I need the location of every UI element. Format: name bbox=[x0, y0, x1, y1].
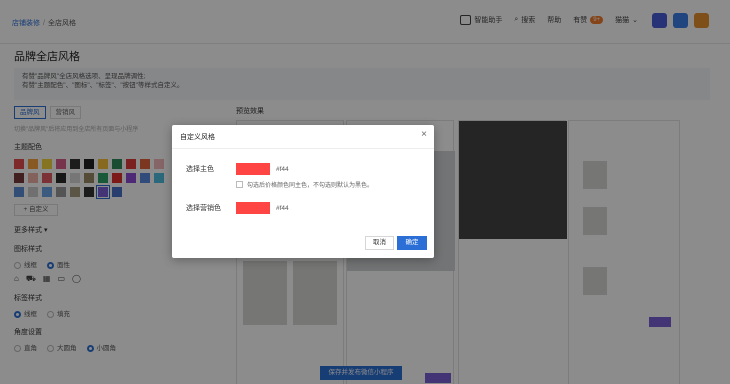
dialog-title: 自定义风格 bbox=[172, 125, 434, 149]
close-icon[interactable]: × bbox=[421, 130, 427, 140]
main-color-row: 选择主色 #f44 bbox=[186, 163, 289, 175]
sales-color-label: 选择营销色 bbox=[186, 205, 221, 212]
custom-style-dialog: 自定义风格 × 选择主色 #f44 勾选后价格颜色同主色，不勾选则默认为黑色。 … bbox=[172, 125, 434, 258]
cancel-button[interactable]: 取消 bbox=[365, 236, 394, 250]
sales-color-hex: #f44 bbox=[276, 204, 289, 212]
sales-color-picker[interactable] bbox=[236, 202, 270, 214]
main-color-hex: #f44 bbox=[276, 165, 289, 173]
main-color-label: 选择主色 bbox=[186, 166, 214, 173]
price-color-checkbox-label: 勾选后价格颜色同主色，不勾选则默认为黑色。 bbox=[247, 183, 374, 189]
price-color-checkbox-row[interactable]: 勾选后价格颜色同主色，不勾选则默认为黑色。 bbox=[236, 180, 373, 189]
ok-button[interactable]: 确定 bbox=[397, 236, 427, 250]
main-color-picker[interactable] bbox=[236, 163, 270, 175]
sales-color-row: 选择营销色 #f44 bbox=[186, 202, 289, 214]
price-color-checkbox[interactable] bbox=[236, 181, 243, 188]
